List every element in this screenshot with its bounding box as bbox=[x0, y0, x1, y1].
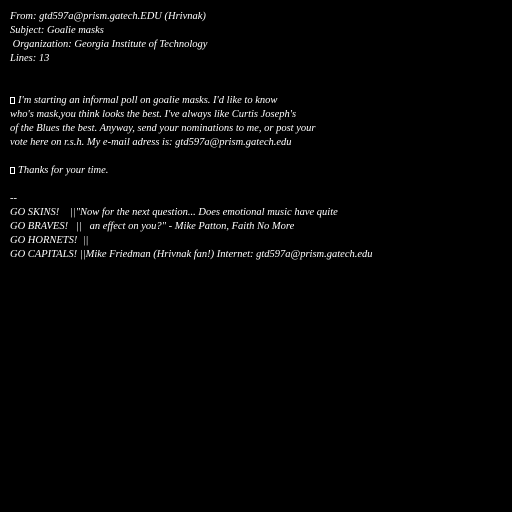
body-line-text: I'm starting an informal poll on goalie … bbox=[18, 95, 278, 106]
lines-count: Lines: 13 bbox=[10, 53, 50, 64]
signature-line: GO CAPITALS! ||Mike Friedman (Hrivnak fa… bbox=[10, 249, 373, 260]
body-line: of the Blues the best. Anyway, send your… bbox=[10, 123, 316, 134]
signature-line: GO HORNETS! || bbox=[10, 235, 89, 246]
body-line: vote here on r.s.h. My e-mail adress is:… bbox=[10, 137, 292, 148]
thanks-line: Thanks for your time. bbox=[10, 164, 108, 178]
organization-line: Organization: Georgia Institute of Techn… bbox=[10, 39, 208, 50]
from-line: From: gtd597a@prism.gatech.EDU (Hrivnak) bbox=[10, 11, 206, 22]
body-line: I'm starting an informal poll on goalie … bbox=[10, 94, 315, 108]
message-header: From: gtd597a@prism.gatech.EDU (Hrivnak)… bbox=[10, 10, 207, 66]
signature-block: -- GO SKINS! ||"Now for the next questio… bbox=[10, 192, 373, 262]
message-body: I'm starting an informal poll on goalie … bbox=[10, 94, 315, 150]
thanks-paragraph: Thanks for your time. bbox=[10, 164, 108, 178]
signature-line: GO BRAVES! || an effect on you?" - Mike … bbox=[10, 221, 295, 232]
signature-line: GO SKINS! ||"Now for the next question..… bbox=[10, 207, 338, 218]
email-message: From: gtd597a@prism.gatech.EDU (Hrivnak)… bbox=[0, 0, 512, 512]
subject-line: Subject: Goalie masks bbox=[10, 25, 104, 36]
signature-separator: -- bbox=[10, 193, 17, 204]
thanks-text: Thanks for your time. bbox=[18, 165, 109, 176]
missing-glyph-icon bbox=[10, 167, 15, 174]
missing-glyph-icon bbox=[10, 97, 15, 104]
body-line: who's mask,you think looks the best. I'v… bbox=[10, 109, 297, 120]
